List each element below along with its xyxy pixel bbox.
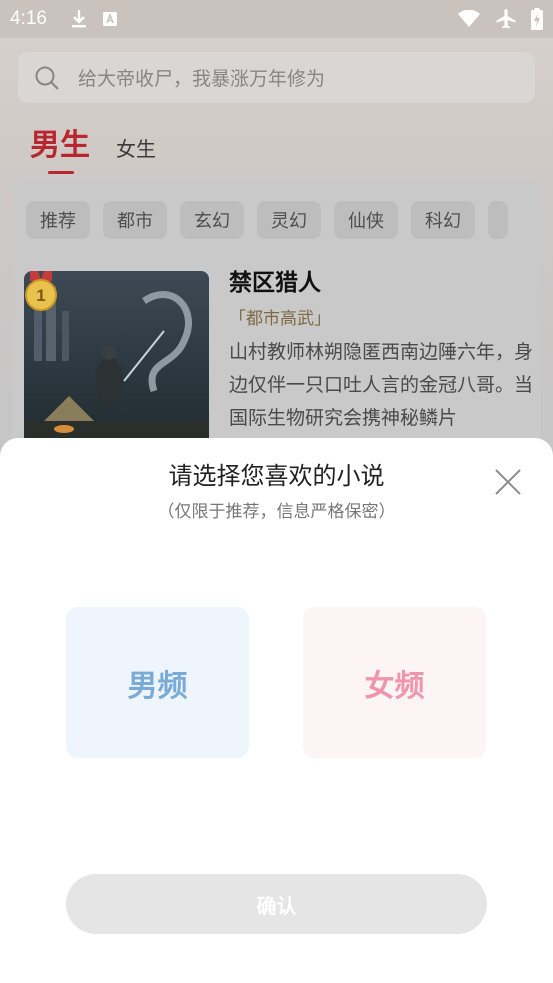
book-tag: 「都市高武」 (229, 309, 331, 329)
female-option-button[interactable]: 女频 (303, 607, 486, 758)
male-option-button[interactable]: 男频 (66, 607, 249, 758)
category-chip[interactable]: 玄幻 (180, 201, 244, 239)
status-bar: 4:16 (0, 0, 553, 38)
category-chip-partial[interactable] (488, 201, 508, 239)
download-icon (72, 10, 86, 28)
search-bar[interactable]: 给大帝收尸，我暴涨万年修为 (18, 52, 535, 103)
category-chip[interactable]: 科幻 (411, 201, 475, 239)
rank-number: 1 (36, 286, 45, 305)
category-chip[interactable]: 推荐 (26, 201, 90, 239)
wifi-icon (458, 10, 480, 27)
category-chip[interactable]: 都市 (103, 201, 167, 239)
book-title[interactable]: 禁区猎人 (229, 263, 321, 297)
rank-badge-icon: 1 (25, 271, 57, 311)
sheet-subtitle: （仅限于推荐，信息严格保密） (157, 502, 396, 522)
category-chip-row: 推荐 都市 玄幻 灵幻 仙侠 科幻 (26, 201, 541, 239)
airplane-icon (496, 9, 516, 29)
confirm-button[interactable]: 确认 (66, 874, 487, 934)
book-description: 山村教师林朔隐匿西南边陲六年，身边仅伴一只口吐人言的金冠八哥。当国际生物研究会携… (229, 341, 534, 429)
battery-charging-icon (531, 8, 543, 30)
tab-male[interactable]: 男生 (30, 120, 90, 174)
close-icon[interactable] (492, 466, 524, 498)
status-time: 4:16 (10, 8, 47, 29)
preference-bottom-sheet: 请选择您喜欢的小说 （仅限于推荐，信息严格保密） 男频 女频 确认 (0, 438, 553, 983)
search-icon (35, 66, 59, 90)
tab-female[interactable]: 女生 (116, 133, 156, 172)
sheet-title: 请选择您喜欢的小说 (168, 462, 385, 490)
gender-tabs: 男生 女生 (30, 120, 156, 174)
category-chip[interactable]: 仙侠 (334, 201, 398, 239)
search-placeholder: 给大帝收尸，我暴涨万年修为 (78, 68, 326, 90)
category-chip[interactable]: 灵幻 (257, 201, 321, 239)
a-box-icon (103, 12, 117, 26)
